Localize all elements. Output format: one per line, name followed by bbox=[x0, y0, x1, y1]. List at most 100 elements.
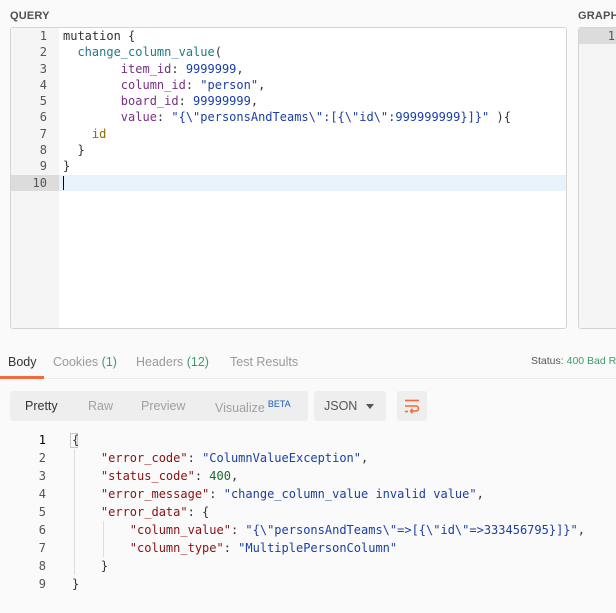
query-line[interactable]: 8 } bbox=[11, 142, 566, 158]
line-number: 3 bbox=[39, 61, 47, 76]
line-content: } bbox=[63, 142, 85, 158]
response-line: 1{ bbox=[0, 431, 616, 449]
response-line: 2 "error_code": "ColumnValueException", bbox=[0, 449, 616, 467]
line-content: "error_code": "ColumnValueException", bbox=[72, 449, 368, 467]
line-content: "error_message": "change_column_value in… bbox=[72, 485, 484, 503]
query-line[interactable]: 4 column_id: "person", bbox=[11, 77, 566, 93]
line-content: "status_code": 400, bbox=[72, 467, 238, 485]
query-line[interactable]: 9} bbox=[11, 158, 566, 174]
json-token: "ColumnValueException" bbox=[202, 451, 362, 465]
line-number: 2 bbox=[38, 451, 46, 465]
response-line: 7 "column_type": "MultiplePersonColumn" bbox=[0, 539, 616, 557]
json-token: : bbox=[187, 451, 203, 465]
response-line: 8 } bbox=[0, 557, 616, 575]
variables-line[interactable]: 1 bbox=[579, 28, 616, 45]
code-token: , bbox=[250, 94, 259, 109]
view-preview-button[interactable]: Preview bbox=[141, 399, 185, 413]
json-token: : { bbox=[187, 505, 210, 519]
graphql-variables-label: GRAPH bbox=[578, 10, 616, 22]
tab-test-results[interactable]: Test Results bbox=[230, 355, 298, 369]
variables-editor[interactable]: 1 bbox=[578, 27, 616, 329]
line-number: 5 bbox=[39, 94, 47, 109]
response-line: 4 "error_message": "change_column_value … bbox=[0, 485, 616, 503]
chevron-down-icon bbox=[366, 404, 374, 409]
line-content bbox=[63, 175, 64, 191]
code-token: } bbox=[63, 143, 85, 158]
code-token: board_id bbox=[120, 94, 179, 109]
json-token: : bbox=[230, 523, 246, 537]
visualize-label: Visualize bbox=[215, 401, 265, 415]
line-content: mutation { bbox=[63, 28, 135, 44]
tab-headers-count: (12) bbox=[186, 355, 209, 369]
code-token: } bbox=[63, 159, 71, 174]
query-line[interactable]: 7 id bbox=[11, 126, 566, 142]
tab-cookies[interactable]: Cookies (1) bbox=[53, 355, 117, 369]
json-token: { bbox=[72, 433, 80, 447]
query-line[interactable]: 6 value: "{\"personsAndTeams\":[{\"id\":… bbox=[11, 109, 566, 125]
code-token: change_column_value bbox=[77, 45, 215, 60]
json-token: , bbox=[476, 487, 484, 501]
response-toolbar: Pretty Raw Preview Visualize BETA JSON bbox=[0, 380, 616, 430]
json-token: : bbox=[223, 541, 239, 555]
tab-headers-label: Headers bbox=[136, 355, 184, 369]
code-token: item_id bbox=[120, 61, 172, 76]
query-line[interactable]: 2 change_column_value( bbox=[11, 44, 566, 60]
code-token: column_id bbox=[120, 77, 186, 92]
json-token: "status_code" bbox=[100, 469, 195, 483]
query-panel: QUERY GRAPH 1 mutation {2 change_column_v… bbox=[0, 0, 616, 341]
query-line[interactable]: 5 board_id: 99999999, bbox=[11, 93, 566, 109]
json-token: "{\"personsAndTeams\"=>[{\"id\"=>3334567… bbox=[245, 523, 578, 537]
status-value[interactable]: 400 Bad R bbox=[567, 355, 616, 367]
query-editor[interactable]: 1 mutation {2 change_column_value(3 item_… bbox=[10, 27, 567, 329]
format-dropdown[interactable]: JSON bbox=[314, 391, 386, 421]
query-label: QUERY bbox=[10, 10, 50, 22]
line-number: 4 bbox=[39, 77, 47, 92]
status-label: Status: bbox=[531, 355, 564, 367]
query-code[interactable]: 1 mutation {2 change_column_value(3 item_… bbox=[11, 28, 566, 191]
line-number: 8 bbox=[39, 143, 47, 158]
text-cursor bbox=[63, 176, 64, 191]
response-body[interactable]: 1{2 "error_code": "ColumnValueException"… bbox=[0, 430, 616, 613]
query-line[interactable]: 10 bbox=[11, 174, 566, 191]
response-line: 9} bbox=[0, 575, 616, 593]
view-raw-button[interactable]: Raw bbox=[88, 399, 113, 413]
json-token: , bbox=[361, 451, 369, 465]
tab-body-label: Body bbox=[8, 355, 37, 369]
line-number: 7 bbox=[38, 541, 46, 555]
line-number: 9 bbox=[39, 159, 47, 174]
tab-headers[interactable]: Headers (12) bbox=[136, 355, 209, 369]
query-line[interactable]: 1 mutation { bbox=[11, 28, 566, 44]
code-token: ( bbox=[214, 45, 222, 60]
tab-test-results-label: Test Results bbox=[230, 355, 299, 369]
json-token: "column_type" bbox=[129, 541, 224, 555]
code-token: mutation { bbox=[63, 29, 136, 43]
line-content: value: "{\"personsAndTeams\":[{\"id\":99… bbox=[63, 109, 511, 125]
variables-gutter bbox=[579, 28, 616, 328]
active-tab-indicator bbox=[0, 376, 44, 379]
json-token: , bbox=[577, 523, 585, 537]
beta-badge: BETA bbox=[267, 399, 291, 409]
line-number: 8 bbox=[38, 559, 46, 573]
json-token: "column_value" bbox=[129, 523, 231, 537]
json-token: "error_code" bbox=[100, 451, 188, 465]
line-number: 4 bbox=[38, 487, 46, 501]
query-line[interactable]: 3 item_id: 9999999, bbox=[11, 61, 566, 77]
indent-guide bbox=[74, 449, 75, 575]
line-content: } bbox=[63, 158, 70, 174]
line-content: item_id: 9999999, bbox=[63, 61, 244, 77]
tab-body[interactable]: Body bbox=[8, 355, 37, 369]
code-token: , bbox=[258, 77, 266, 92]
view-visualize-button[interactable]: Visualize BETA bbox=[215, 399, 291, 415]
view-pretty-button[interactable]: Pretty bbox=[25, 399, 58, 413]
line-number: 2 bbox=[39, 45, 47, 60]
variables-code[interactable]: 1 bbox=[579, 28, 616, 45]
code-token: "person" bbox=[200, 77, 259, 92]
line-content: } bbox=[72, 557, 108, 575]
wrap-lines-button[interactable] bbox=[397, 391, 427, 421]
